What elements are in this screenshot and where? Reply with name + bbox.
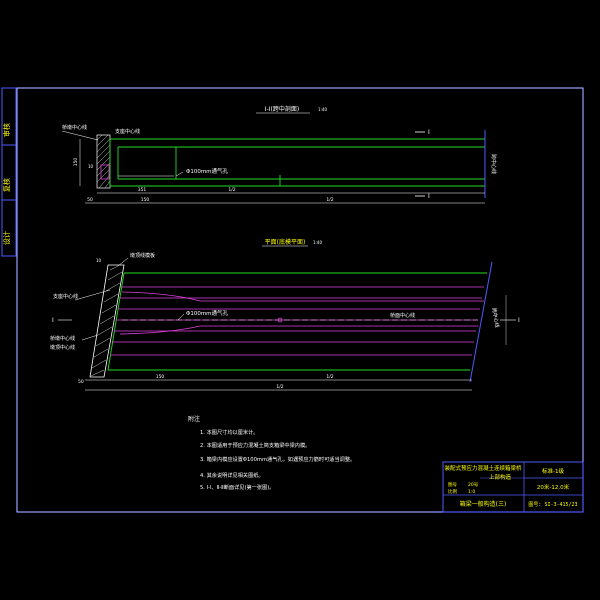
dim-left-height: 150 (73, 158, 79, 167)
note-item: 5. Ⅰ-Ⅰ、Ⅱ-Ⅱ断面详见(第一张图)。 (200, 483, 274, 491)
note-item: 2. 本图适用于预应力混凝土简支箱梁中梁内模。 (200, 441, 310, 449)
plan-dim-total: 1/2 (276, 384, 283, 390)
cut-mark-bottom-label: Ⅰ (428, 193, 430, 200)
plan-dim-bottom-a: 150 (156, 374, 165, 380)
note-item: 3. 箱梁内模应设置Φ100mm通气孔，如遇预应力筋时可适当调整。 (200, 455, 355, 463)
side-tab-design: 设计 (2, 231, 11, 245)
title-project: 装配式预应力混凝土连续箱梁桥 (444, 464, 522, 472)
title-drawing-no-label: 图号 (448, 482, 457, 488)
title-scale-label: 比例 (448, 488, 457, 495)
title-scale: 1:0 (468, 489, 475, 495)
plan-left-top-label: 支座中心线 (53, 293, 78, 300)
section-scale: 1:40 (318, 107, 327, 112)
section-vent-label: Φ100mm通气孔 (186, 167, 229, 175)
side-tab-review: 审核 (2, 123, 11, 137)
plan-right-mark: Ⅰ (518, 317, 520, 324)
title-subtitle: 上部构造 (489, 473, 512, 481)
section-title: Ⅰ-Ⅰ(跨中剖面) (265, 105, 299, 113)
plan-left-bottom-2: 墩顶中心线 (50, 344, 75, 351)
dim-bottom-small: 50 (87, 197, 93, 203)
dim-a: 351 (138, 187, 147, 193)
cut-mark-top-label: Ⅰ (428, 129, 430, 136)
side-tab-check: 复核 (2, 178, 11, 192)
plan-left-bottom-1: 桥墩中心线 (50, 335, 75, 342)
dim-b: 1/2 (228, 187, 235, 193)
section-label-support: 支座中心线 (115, 128, 140, 135)
plan-top-right-label: 墩顶线模板 (130, 252, 155, 259)
section-right-label: 跨中心线 (490, 154, 497, 174)
background (0, 0, 600, 600)
note-item: 1. 本图尺寸均以厘米计。 (200, 428, 258, 436)
notes-heading: 附注 (188, 415, 200, 423)
plan-vent-label: Φ100mm通气孔 (186, 309, 229, 317)
dim-left-small: 10 (88, 164, 94, 169)
plan-dim-bottom-small: 50 (78, 379, 84, 385)
note-item: 4. 其余说明详见相关图纸。 (200, 471, 264, 479)
title-sheet: 图号: SI-3-415/23 (528, 502, 577, 508)
dim-bottom-a: 150 (141, 197, 150, 203)
plan-dim-bottom-b: 1/2 (326, 374, 333, 380)
plan-left-mark: Ⅰ (52, 317, 54, 324)
plan-scale: 1:40 (313, 240, 322, 245)
cad-drawing-canvas: 审核 复核 设计 Ⅰ-Ⅰ(跨中剖面) 1:40 Φ100mm通气孔 跨中心线 Ⅰ… (0, 0, 600, 600)
title-drawing-no: 20号 (468, 482, 479, 488)
title-span: 20米-12.0米 (537, 483, 570, 491)
dim-bottom-b: 1/2 (326, 197, 333, 203)
plan-center-label: 桥面中心线 (390, 312, 415, 319)
title-series: 标准-1级 (542, 467, 564, 475)
section-label-pier: 桥墩中心线 (62, 124, 87, 131)
title-drawing-title: 箱梁一般构造(三) (460, 500, 507, 508)
plan-title: 平面(底模平面) (265, 238, 306, 246)
plan-dim-top-small: 10 (96, 258, 102, 263)
